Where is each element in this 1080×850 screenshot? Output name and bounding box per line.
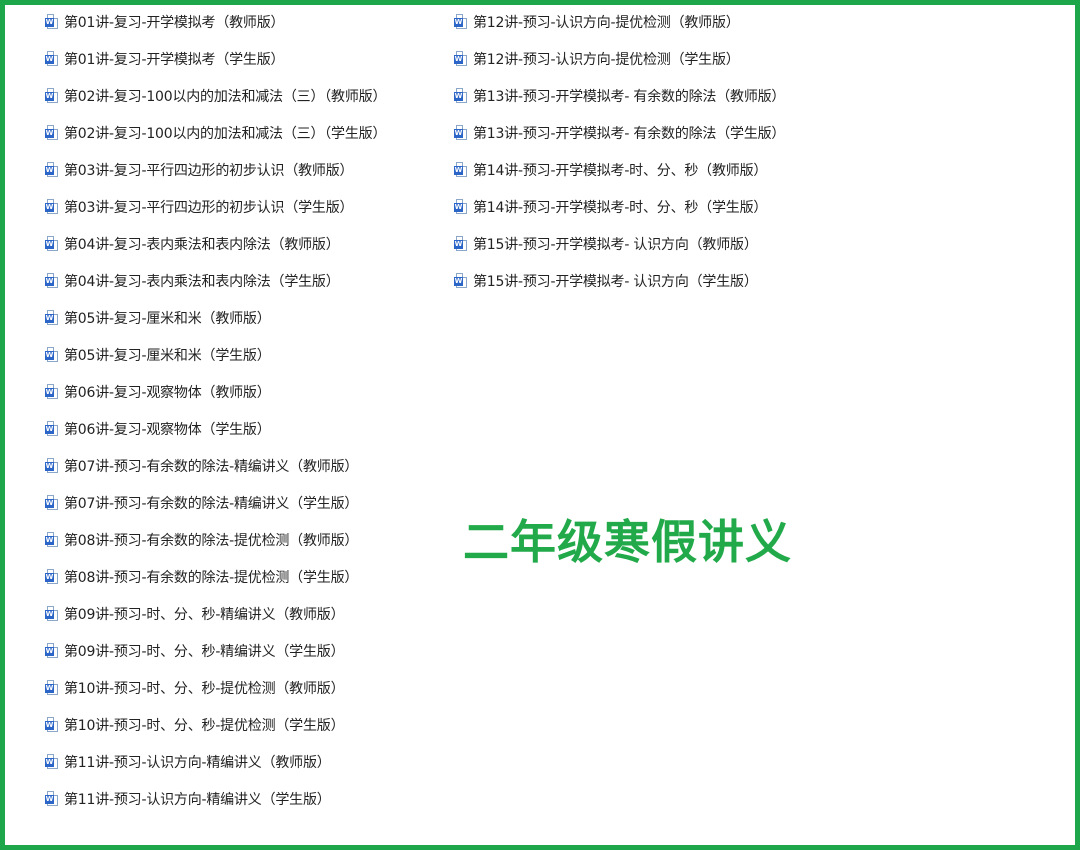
file-name: 第07讲-预习-有余数的除法-精编讲义（学生版） [64, 495, 359, 512]
file-item[interactable]: W 第05讲-复习-厘米和米（教师版） [45, 299, 386, 336]
file-item[interactable]: W 第09讲-预习-时、分、秒-精编讲义（学生版） [45, 632, 386, 669]
word-document-icon: W [454, 124, 468, 141]
file-name: 第12讲-预习-认识方向-提优检测（学生版） [473, 51, 740, 68]
word-document-icon: W [45, 309, 59, 326]
word-document-icon: W [45, 161, 59, 178]
word-document-icon: W [45, 679, 59, 696]
file-name: 第02讲-复习-100以内的加法和减法（三）（教师版） [64, 88, 387, 105]
file-name: 第01讲-复习-开学模拟考（学生版） [64, 51, 285, 68]
word-document-icon: W [454, 272, 468, 289]
file-list-right: W 第12讲-预习-认识方向-提优检测（教师版） W 第12讲-预习-认识方向-提优检… [454, 3, 785, 299]
word-document-icon: W [454, 235, 468, 252]
word-document-icon: W [45, 272, 59, 289]
file-name: 第14讲-预习-开学模拟考-时、分、秒（学生版） [473, 199, 768, 216]
file-item[interactable]: W 第11讲-预习-认识方向-精编讲义（教师版） [45, 743, 386, 780]
word-document-icon: W [45, 87, 59, 104]
word-document-icon: W [454, 87, 468, 104]
file-item[interactable]: W 第14讲-预习-开学模拟考-时、分、秒（教师版） [454, 151, 785, 188]
file-item[interactable]: W 第13讲-预习-开学模拟考- 有余数的除法（教师版） [454, 77, 785, 114]
file-item[interactable]: W 第12讲-预习-认识方向-提优检测（学生版） [454, 40, 785, 77]
file-name: 第06讲-复习-观察物体（学生版） [64, 421, 271, 438]
word-document-icon: W [45, 420, 59, 437]
file-item[interactable]: W 第08讲-预习-有余数的除法-提优检测（教师版） [45, 521, 386, 558]
file-item[interactable]: W 第03讲-复习-平行四边形的初步认识（教师版） [45, 151, 386, 188]
file-item[interactable]: W 第05讲-复习-厘米和米（学生版） [45, 336, 386, 373]
file-item[interactable]: W 第01讲-复习-开学模拟考（学生版） [45, 40, 386, 77]
file-name: 第15讲-预习-开学模拟考- 认识方向（教师版） [473, 236, 758, 253]
file-item[interactable]: W 第11讲-预习-认识方向-精编讲义（学生版） [45, 780, 386, 817]
file-item[interactable]: W 第15讲-预习-开学模拟考- 认识方向（教师版） [454, 225, 785, 262]
file-item[interactable]: W 第12讲-预习-认识方向-提优检测（教师版） [454, 3, 785, 40]
file-name: 第12讲-预习-认识方向-提优检测（教师版） [473, 14, 740, 31]
word-document-icon: W [45, 13, 59, 30]
word-document-icon: W [454, 13, 468, 30]
word-document-icon: W [45, 531, 59, 548]
file-item[interactable]: W 第13讲-预习-开学模拟考- 有余数的除法（学生版） [454, 114, 785, 151]
file-name: 第09讲-预习-时、分、秒-精编讲义（学生版） [64, 643, 345, 660]
file-item[interactable]: W 第10讲-预习-时、分、秒-提优检测（教师版） [45, 669, 386, 706]
file-name: 第04讲-复习-表内乘法和表内除法（学生版） [64, 273, 340, 290]
word-document-icon: W [45, 198, 59, 215]
file-name: 第07讲-预习-有余数的除法-精编讲义（教师版） [64, 458, 359, 475]
word-document-icon: W [454, 50, 468, 67]
word-document-icon: W [45, 790, 59, 807]
word-document-icon: W [45, 568, 59, 585]
file-name: 第02讲-复习-100以内的加法和减法（三）（学生版） [64, 125, 387, 142]
file-item[interactable]: W 第06讲-复习-观察物体（学生版） [45, 410, 386, 447]
word-document-icon: W [45, 605, 59, 622]
file-name: 第10讲-预习-时、分、秒-提优检测（学生版） [64, 717, 345, 734]
file-item[interactable]: W 第15讲-预习-开学模拟考- 认识方向（学生版） [454, 262, 785, 299]
word-document-icon: W [45, 753, 59, 770]
file-name: 第10讲-预习-时、分、秒-提优检测（教师版） [64, 680, 345, 697]
file-name: 第13讲-预习-开学模拟考- 有余数的除法（教师版） [473, 88, 786, 105]
file-name: 第11讲-预习-认识方向-精编讲义（教师版） [64, 754, 331, 771]
file-name: 第09讲-预习-时、分、秒-精编讲义（教师版） [64, 606, 345, 623]
word-document-icon: W [45, 383, 59, 400]
file-name: 第05讲-复习-厘米和米（学生版） [64, 347, 271, 364]
file-item[interactable]: W 第07讲-预习-有余数的除法-精编讲义（学生版） [45, 484, 386, 521]
file-name: 第14讲-预习-开学模拟考-时、分、秒（教师版） [473, 162, 768, 179]
file-name: 第11讲-预习-认识方向-精编讲义（学生版） [64, 791, 331, 808]
word-document-icon: W [45, 346, 59, 363]
file-item[interactable]: W 第03讲-复习-平行四边形的初步认识（学生版） [45, 188, 386, 225]
word-document-icon: W [454, 198, 468, 215]
word-document-icon: W [45, 494, 59, 511]
file-item[interactable]: W 第01讲-复习-开学模拟考（教师版） [45, 3, 386, 40]
word-document-icon: W [45, 716, 59, 733]
file-name: 第01讲-复习-开学模拟考（教师版） [64, 14, 285, 31]
file-item[interactable]: W 第02讲-复习-100以内的加法和减法（三）（教师版） [45, 77, 386, 114]
file-list-left: W 第01讲-复习-开学模拟考（教师版） W 第01讲-复习-开学模拟考（学生版） W 第… [45, 3, 386, 817]
word-document-icon: W [45, 457, 59, 474]
file-item[interactable]: W 第06讲-复习-观察物体（教师版） [45, 373, 386, 410]
word-document-icon: W [45, 124, 59, 141]
word-document-icon: W [45, 235, 59, 252]
file-item[interactable]: W 第08讲-预习-有余数的除法-提优检测（学生版） [45, 558, 386, 595]
file-name: 第03讲-复习-平行四边形的初步认识（学生版） [64, 199, 354, 216]
file-name: 第13讲-预习-开学模拟考- 有余数的除法（学生版） [473, 125, 786, 142]
file-item[interactable]: W 第14讲-预习-开学模拟考-时、分、秒（学生版） [454, 188, 785, 225]
file-item[interactable]: W 第02讲-复习-100以内的加法和减法（三）（学生版） [45, 114, 386, 151]
file-name: 第04讲-复习-表内乘法和表内除法（教师版） [64, 236, 340, 253]
file-name: 第08讲-预习-有余数的除法-提优检测（教师版） [64, 532, 359, 549]
file-item[interactable]: W 第09讲-预习-时、分、秒-精编讲义（教师版） [45, 595, 386, 632]
word-document-icon: W [45, 50, 59, 67]
file-name: 第05讲-复习-厘米和米（教师版） [64, 310, 271, 327]
overlay-title: 二年级寒假讲义 [463, 515, 792, 569]
word-document-icon: W [454, 161, 468, 178]
file-item[interactable]: W 第10讲-预习-时、分、秒-提优检测（学生版） [45, 706, 386, 743]
file-item[interactable]: W 第04讲-复习-表内乘法和表内除法（学生版） [45, 262, 386, 299]
file-name: 第15讲-预习-开学模拟考- 认识方向（学生版） [473, 273, 758, 290]
file-item[interactable]: W 第04讲-复习-表内乘法和表内除法（教师版） [45, 225, 386, 262]
file-name: 第06讲-复习-观察物体（教师版） [64, 384, 271, 401]
file-item[interactable]: W 第07讲-预习-有余数的除法-精编讲义（教师版） [45, 447, 386, 484]
file-name: 第08讲-预习-有余数的除法-提优检测（学生版） [64, 569, 359, 586]
file-name: 第03讲-复习-平行四边形的初步认识（教师版） [64, 162, 354, 179]
word-document-icon: W [45, 642, 59, 659]
